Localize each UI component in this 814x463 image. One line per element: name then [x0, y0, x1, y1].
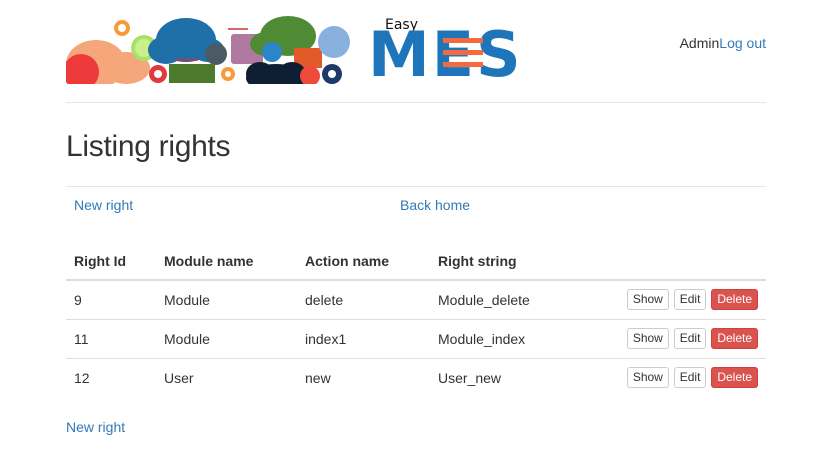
edit-button[interactable]: Edit [673, 289, 707, 311]
table-row: 9 Module delete Module_delete Show Edit … [66, 280, 766, 320]
new-right-link[interactable]: New right [74, 197, 133, 213]
cell-right-string: Module_delete [430, 280, 610, 320]
cell-right-id: 9 [66, 280, 156, 320]
table-header-row: Right Id Module name Action name Right s… [66, 243, 766, 281]
header-actions [610, 243, 766, 281]
table-row: 11 Module index1 Module_index Show Edit … [66, 319, 766, 359]
edit-button[interactable]: Edit [673, 367, 707, 389]
delete-button[interactable]: Delete [711, 289, 758, 311]
cell-action-name: index1 [297, 319, 430, 359]
delete-button[interactable]: Delete [711, 328, 758, 349]
cell-right-id: 11 [66, 319, 156, 359]
header-right-id: Right Id [66, 243, 156, 281]
page-title: Listing rights [66, 130, 231, 163]
delete-button[interactable]: Delete [711, 367, 758, 389]
cell-right-string: Module_index [430, 319, 610, 359]
show-button[interactable]: Show [626, 289, 669, 311]
easy-mes-logo[interactable]: Easy MES [66, 12, 556, 84]
header-right-string: Right string [430, 243, 610, 281]
user-area: AdminLog out [680, 35, 766, 51]
logo-e-stripes [443, 38, 483, 67]
title-divider [66, 186, 766, 187]
show-button[interactable]: Show [626, 328, 669, 349]
back-home-link[interactable]: Back home [400, 197, 470, 213]
bottom-new-right-link[interactable]: New right [66, 419, 125, 435]
logout-link[interactable]: Log out [719, 35, 766, 51]
cell-module-name: Module [156, 319, 297, 359]
current-user-name: Admin [679, 35, 720, 51]
header-module-name: Module name [156, 243, 297, 281]
cell-right-id: 12 [74, 369, 90, 386]
cell-action-name: delete [297, 280, 430, 320]
header-divider [66, 102, 766, 103]
row-actions: Show Edit Delete [610, 280, 766, 320]
row-actions: Show Edit Delete [610, 319, 766, 359]
cell-right-string: User_new [438, 369, 502, 386]
edit-button[interactable]: Edit [673, 328, 707, 349]
cell-module-name: Module [156, 280, 297, 320]
header-action-name: Action name [297, 243, 430, 281]
cloud-illustration [66, 16, 350, 84]
cell-module-name: User [164, 369, 194, 386]
row-actions: Show Edit Delete [610, 358, 766, 397]
rights-table: Right Id Module name Action name Right s… [66, 243, 766, 397]
show-button[interactable]: Show [626, 367, 669, 389]
cell-action-name: new [305, 369, 331, 386]
header: Easy MES AdminLog out [66, 12, 766, 88]
table-row: 12 User new User_new Show Edit Delete [66, 358, 766, 397]
